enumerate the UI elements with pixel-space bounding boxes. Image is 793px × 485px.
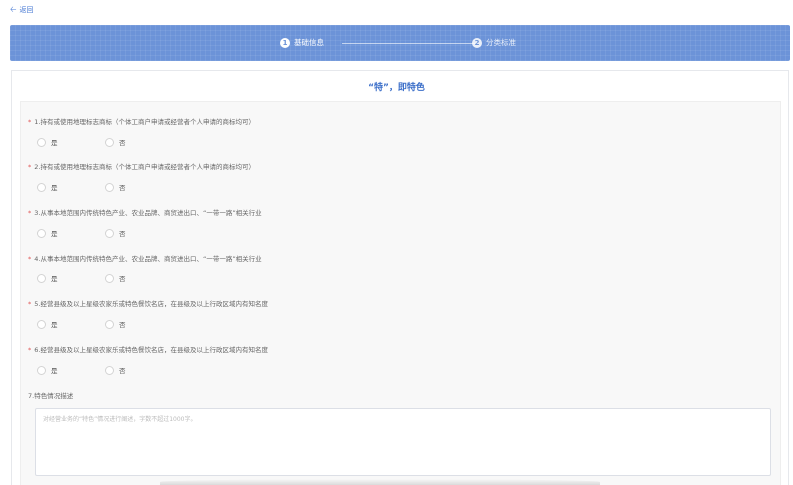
question-5-no-radio[interactable]: 否	[105, 319, 126, 329]
radio-unchecked-icon	[105, 319, 114, 329]
radio-unchecked-icon	[105, 273, 114, 283]
question-5-yes-radio[interactable]: 是	[37, 319, 58, 329]
radio-unchecked-icon	[105, 182, 114, 192]
question-6-no-radio[interactable]: 否	[105, 365, 126, 375]
question-3-yes-radio[interactable]: 是	[37, 228, 58, 238]
description-textarea[interactable]: 对经营业务的“特色”情况进行阐述，字数不超过1000字。	[35, 408, 771, 476]
step-number-2: 2	[472, 37, 482, 48]
scroll-shadow	[160, 479, 600, 485]
back-link[interactable]: 🡠 返回	[10, 4, 33, 16]
question-1-label: * 1.持有或使用地理标志商标（个体工商户申请或经营者个人申请的商标均可）	[28, 118, 255, 126]
question-6-yes-radio[interactable]: 是	[37, 365, 58, 375]
question-5-label: * 5.经营县级及以上星级农家乐或特色餐饮名店，在县级及以上行政区域内有知名度	[28, 300, 268, 308]
question-3-no-radio[interactable]: 否	[105, 228, 126, 238]
required-mark: *	[28, 118, 32, 126]
radio-unchecked-icon	[37, 365, 46, 375]
question-2-label: * 2.持有或使用地理标志商标（个体工商户申请或经营者个人申请的商标均可）	[28, 163, 255, 171]
required-mark: *	[28, 300, 32, 308]
question-1-yes-radio[interactable]: 是	[37, 137, 58, 147]
question-6-label: * 6.经营县级及以上星级农家乐或特色餐饮名店，在县级及以上行政区域内有知名度	[28, 346, 268, 354]
radio-unchecked-icon	[37, 182, 46, 192]
required-mark: *	[28, 346, 32, 354]
question-4-no-radio[interactable]: 否	[105, 273, 126, 283]
section-title: “特”，即特色	[368, 83, 425, 93]
step-classification[interactable]: 2 分类标准	[472, 37, 516, 48]
required-mark: *	[28, 163, 32, 171]
step-number-1: 1	[280, 37, 290, 48]
radio-unchecked-icon	[37, 319, 46, 329]
step-connector	[342, 43, 478, 44]
required-mark: *	[28, 255, 32, 263]
back-label: 返回	[19, 6, 34, 14]
question-3-label: * 3.从事本地范围内传统特色产业、农业品牌、商贸进出口、“一带一路”相关行业	[28, 209, 262, 217]
arrow-left-icon: 🡠	[10, 5, 17, 14]
question-2-yes-radio[interactable]: 是	[37, 182, 58, 192]
required-mark: *	[28, 209, 32, 217]
steps-banner: 1 基础信息 2 分类标准	[10, 25, 790, 61]
description-label: 7.特色情况描述	[28, 392, 74, 400]
question-4-yes-radio[interactable]: 是	[37, 273, 58, 283]
radio-unchecked-icon	[105, 228, 114, 238]
radio-unchecked-icon	[37, 137, 46, 147]
radio-unchecked-icon	[37, 273, 46, 283]
question-2-no-radio[interactable]: 否	[105, 182, 126, 192]
question-1-no-radio[interactable]: 否	[105, 137, 126, 147]
description-placeholder: 对经营业务的“特色”情况进行阐述，字数不超过1000字。	[43, 416, 197, 423]
radio-unchecked-icon	[37, 228, 46, 238]
radio-unchecked-icon	[105, 365, 114, 375]
radio-unchecked-icon	[105, 137, 114, 147]
question-4-label: * 4.从事本地范围内传统特色产业、农业品牌、商贸进出口、“一带一路”相关行业	[28, 255, 262, 263]
step-basic-info[interactable]: 1 基础信息	[280, 37, 324, 48]
step-label-1: 基础信息	[294, 38, 324, 47]
step-label-2: 分类标准	[486, 38, 516, 47]
